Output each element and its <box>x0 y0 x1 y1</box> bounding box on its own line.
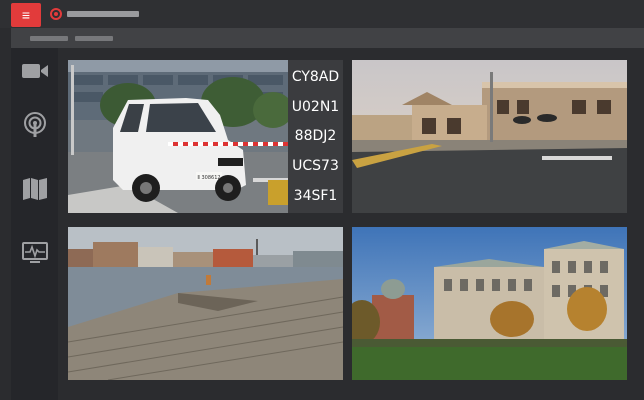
secondary-toolbar <box>11 28 644 48</box>
sidebar-item-map[interactable] <box>19 174 51 204</box>
sidebar-item-cameras[interactable] <box>19 56 51 86</box>
toolbar-tab-2[interactable] <box>75 36 113 41</box>
plate-item[interactable]: 34SF1 <box>288 188 343 204</box>
license-plate-list: CY8AD U02N1 88DJ2 UCS73 34SF1 <box>288 60 343 213</box>
toolbar-tab-1[interactable] <box>30 36 68 41</box>
app-title-placeholder <box>67 11 139 17</box>
plate-item[interactable]: UCS73 <box>288 158 343 174</box>
plate-item[interactable]: 88DJ2 <box>288 128 343 144</box>
broadcast-icon <box>24 112 46 137</box>
camera-logo-icon <box>50 8 62 20</box>
plate-item[interactable]: CY8AD <box>288 69 343 85</box>
camera-feed-campus[interactable] <box>352 227 627 380</box>
top-bar: ≡ <box>0 0 644 28</box>
sidebar <box>11 48 58 400</box>
hamburger-icon: ≡ <box>21 7 31 23</box>
camera-feed-harbor[interactable] <box>68 227 343 380</box>
sidebar-item-broadcast[interactable] <box>19 110 51 140</box>
plate-item[interactable]: U02N1 <box>288 99 343 115</box>
vehicle-plate-label: Ⅱ 308612 <box>197 175 220 181</box>
video-camera-icon <box>22 64 48 78</box>
sidebar-item-monitor[interactable] <box>19 238 51 268</box>
monitor-pulse-icon <box>22 242 48 263</box>
camera-feed-parking[interactable]: Ⅱ 308612 <box>68 60 288 213</box>
camera-feed-plaza[interactable] <box>352 60 627 213</box>
map-icon <box>23 178 47 200</box>
menu-button[interactable]: ≡ <box>11 3 41 27</box>
